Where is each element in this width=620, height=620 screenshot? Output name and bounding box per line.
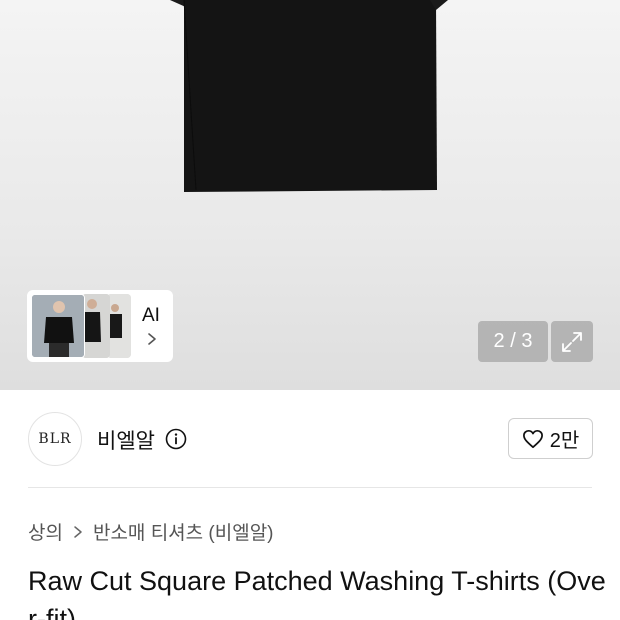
like-button[interactable]: 2만 [508,418,593,459]
breadcrumb-item-subcategory[interactable]: 반소매 티셔츠 (비엘알) [93,518,274,545]
ai-label: AI [142,305,160,326]
brand-name[interactable]: 비엘알 [97,425,155,455]
model-thumbnail [82,294,110,358]
brand-logo[interactable]: BLR [28,412,82,466]
heart-icon [522,429,543,448]
image-pager: 2 / 3 [478,321,548,362]
divider [28,487,592,488]
expand-button[interactable] [551,321,593,362]
product-title: Raw Cut Square Patched Washing T-shirts … [28,566,606,620]
info-icon[interactable] [165,428,187,450]
chevron-right-icon [148,333,156,345]
breadcrumb-item-category[interactable]: 상의 [28,518,63,545]
like-count: 2만 [549,430,580,452]
ai-fitting-card[interactable]: AI [27,290,173,362]
breadcrumb: 상의 반소매 티셔츠 (비엘알) [28,518,274,545]
chevron-right-icon [74,525,82,538]
product-image-gallery[interactable]: AI 2 / 3 [0,0,620,390]
model-thumbnail [107,294,131,358]
expand-icon [562,331,582,352]
model-thumbnail [31,294,85,358]
